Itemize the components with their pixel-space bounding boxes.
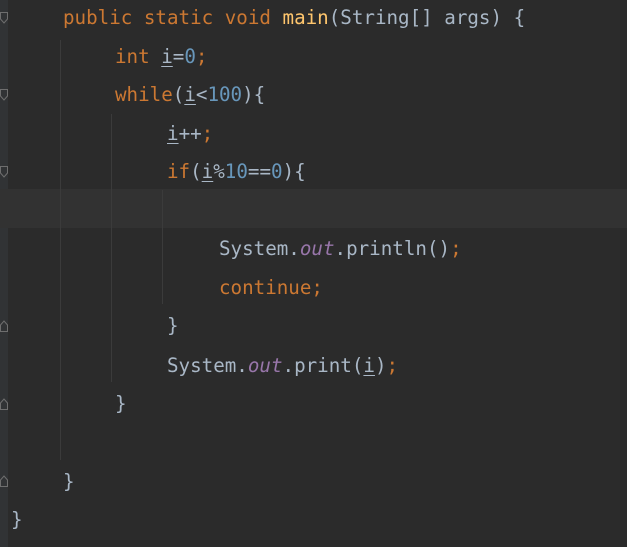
- operator: ==: [247, 160, 272, 183]
- number-literal: 10: [224, 160, 248, 183]
- code-text: ){: [282, 160, 306, 183]
- class-name: System.: [219, 237, 300, 260]
- indent-guide: [111, 114, 112, 382]
- current-line-highlight: [0, 189, 627, 228]
- code-line[interactable]: public static void main(String[] args) {: [63, 0, 525, 37]
- number-literal: 100: [207, 83, 243, 106]
- semicolon: ;: [195, 45, 208, 68]
- operator: <: [195, 83, 208, 106]
- method-call: .println(): [334, 237, 451, 260]
- fold-open-icon[interactable]: [0, 89, 8, 101]
- semicolon: ;: [450, 237, 462, 260]
- method-name: main: [282, 6, 329, 29]
- code-line[interactable]: System.out.println();: [219, 229, 462, 268]
- operator: %: [213, 160, 225, 183]
- fold-close-icon[interactable]: [0, 320, 8, 332]
- keyword: if: [167, 160, 191, 183]
- code-line[interactable]: }: [11, 500, 23, 539]
- code-line[interactable]: }: [167, 306, 179, 345]
- variable: i: [363, 354, 375, 377]
- method-call: .print(: [282, 354, 364, 377]
- indent-guide: [60, 40, 61, 460]
- keyword: public: [63, 6, 133, 29]
- operator: ++: [178, 122, 202, 145]
- fold-gutter: [0, 0, 8, 547]
- indent-guide: [162, 190, 163, 304]
- code-editor[interactable]: public static void main(String[] args) {…: [0, 0, 627, 547]
- variable: i: [161, 45, 173, 68]
- code-line[interactable]: }: [115, 384, 127, 423]
- code-text: ){: [242, 83, 266, 106]
- code-text: (String[] args) {: [328, 6, 526, 29]
- static-field: out: [247, 354, 283, 377]
- number-literal: 0: [184, 45, 196, 68]
- static-field: out: [299, 237, 335, 260]
- code-line[interactable]: i++;: [167, 114, 213, 153]
- code-line[interactable]: int i=0;: [115, 37, 207, 76]
- semicolon: ;: [386, 354, 399, 377]
- closing-brace: }: [11, 508, 23, 531]
- code-line[interactable]: }: [63, 462, 75, 501]
- code-text: ): [374, 354, 387, 377]
- code-text: (: [190, 160, 202, 183]
- closing-brace: }: [63, 470, 75, 493]
- variable: i: [184, 83, 196, 106]
- fold-close-icon[interactable]: [0, 398, 8, 410]
- code-line[interactable]: continue;: [219, 268, 323, 307]
- closing-brace: }: [167, 314, 179, 337]
- fold-close-icon[interactable]: [0, 475, 8, 487]
- semicolon: ;: [311, 276, 323, 299]
- keyword: continue: [219, 276, 312, 299]
- variable: i: [201, 160, 214, 183]
- code-line[interactable]: while(i<100){: [115, 75, 265, 114]
- fold-open-icon[interactable]: [0, 12, 8, 24]
- closing-brace: }: [115, 392, 127, 415]
- semicolon: ;: [201, 122, 214, 145]
- class-name: System.: [167, 354, 248, 377]
- fold-open-icon[interactable]: [0, 166, 8, 178]
- keyword: static: [143, 6, 214, 29]
- operator: =: [172, 45, 185, 68]
- variable: i: [167, 122, 179, 145]
- code-text: (: [172, 83, 185, 106]
- number-literal: 0: [271, 160, 283, 183]
- code-line[interactable]: System.out.print(i);: [167, 346, 398, 385]
- keyword: int: [115, 45, 150, 68]
- code-line[interactable]: if(i%10==0){: [167, 152, 306, 191]
- keyword: void: [224, 6, 271, 29]
- keyword: while: [115, 83, 173, 106]
